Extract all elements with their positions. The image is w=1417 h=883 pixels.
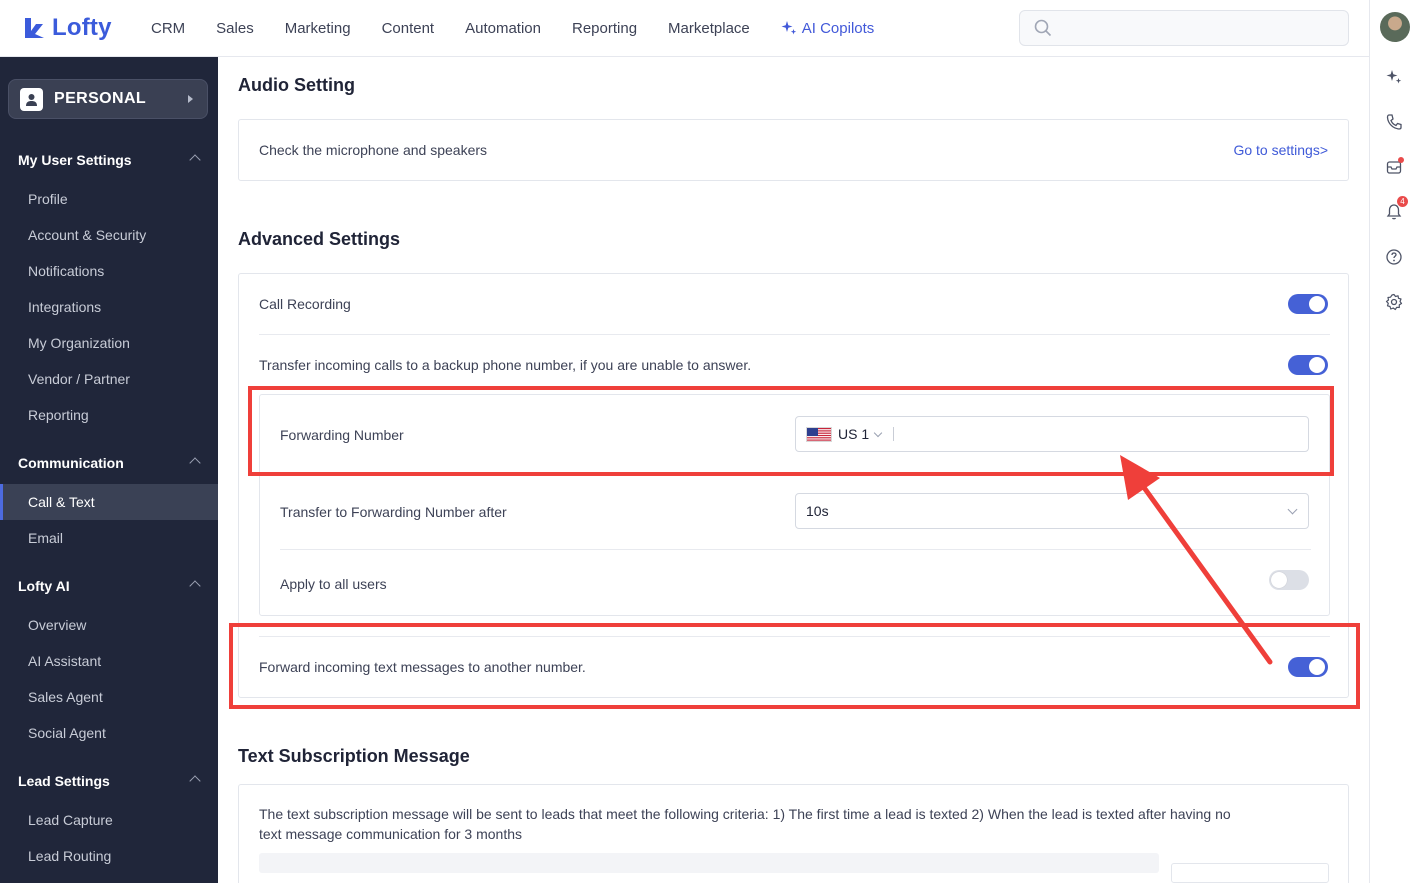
text-subscription-title: Text Subscription Message [238,746,470,766]
nav-sales[interactable]: Sales [216,20,254,37]
user-avatar[interactable] [1380,12,1410,42]
personal-switcher-button[interactable]: PERSONAL [8,79,208,119]
forward-texts-toggle[interactable] [1288,657,1328,677]
chevron-right-icon [188,95,193,103]
inbox-icon[interactable] [1384,157,1404,177]
advanced-settings-card: Call Recording Transfer incoming calls t… [238,273,1349,698]
subscription-message-field[interactable] [259,853,1159,873]
nav-marketing[interactable]: Marketing [285,20,351,37]
search-icon [1034,19,1052,37]
country-code[interactable]: US 1 [838,426,869,442]
audio-description: Check the microphone and speakers [259,142,488,158]
personal-label: PERSONAL [54,90,147,107]
chevron-up-icon [189,775,201,787]
divider [259,334,1330,335]
apply-all-toggle[interactable] [1269,570,1309,590]
sidebar-item-profile[interactable]: Profile [0,181,218,217]
sidebar-item-call-text[interactable]: Call & Text [0,484,218,520]
help-icon[interactable] [1384,247,1404,267]
sidebar-item-my-organization[interactable]: My Organization [0,325,218,361]
go-to-settings-link[interactable]: Go to settings> [1233,142,1328,158]
subscription-description-line2: text message communication for 3 months [259,826,523,842]
input-separator [893,427,895,441]
gear-icon[interactable] [1384,292,1404,312]
chevron-down-icon [873,428,883,437]
sidebar-item-vendor-partner[interactable]: Vendor / Partner [0,361,218,397]
forwarding-number-input[interactable]: US 1 [795,416,1309,452]
nav-content[interactable]: Content [382,20,435,37]
user-icon [20,87,43,111]
sidebar-item-sales-agent[interactable]: Sales Agent [0,679,218,715]
bell-icon[interactable]: 4 [1384,196,1408,222]
notification-badge: 4 [1397,196,1408,207]
nav-reporting[interactable]: Reporting [572,20,637,37]
nav-ai-copilots[interactable]: AI Copilots [781,19,875,37]
sidebar-item-email[interactable]: Email [0,520,218,556]
divider [280,472,1311,473]
forward-texts-label: Forward incoming text messages to anothe… [259,659,586,675]
nav-marketplace[interactable]: Marketplace [668,20,750,37]
chevron-up-icon [189,580,201,592]
transfer-after-label: Transfer to Forwarding Number after [280,504,507,520]
section-title: Communication [18,455,124,471]
forwarding-number-label: Forwarding Number [280,427,404,443]
sparkle-icon[interactable] [1384,67,1404,87]
lofty-logo[interactable]: Lofty [22,14,134,42]
sidebar-item-overview[interactable]: Overview [0,607,218,643]
subscription-action-button[interactable] [1171,863,1329,883]
section-title: Lofty AI [18,578,70,594]
phone-icon[interactable] [1384,112,1404,132]
nav-ai-label: AI Copilots [801,19,875,37]
main-nav: CRM Sales Marketing Content Automation R… [151,20,905,37]
chevron-up-icon [189,457,201,469]
call-text-settings-panel: Audio Setting Check the microphone and s… [218,57,1369,883]
lofty-logo-icon [25,18,44,38]
inbox-unread-dot [1398,157,1404,163]
section-communication[interactable]: Communication [0,445,218,481]
sidebar-item-social-agent[interactable]: Social Agent [0,715,218,751]
section-my-user-settings[interactable]: My User Settings [0,142,218,178]
sparkle-icon [781,21,796,35]
sidebar-item-lead-capture[interactable]: Lead Capture [0,802,218,838]
settings-sidebar: PERSONAL My User Settings Profile Accoun… [0,57,218,883]
sidebar-item-ai-assistant[interactable]: AI Assistant [0,643,218,679]
transfer-backup-label: Transfer incoming calls to a backup phon… [259,357,752,373]
divider [280,549,1311,550]
brand-name: Lofty [52,14,112,41]
sidebar-item-lead-routing[interactable]: Lead Routing [0,838,218,874]
transfer-after-value: 10s [806,503,829,519]
us-flag-icon [806,426,832,442]
right-utility-rail: 4 [1369,0,1417,883]
subscription-description-line1: The text subscription message will be se… [259,806,1231,822]
text-subscription-card: The text subscription message will be se… [238,784,1349,883]
chevron-up-icon [189,154,201,166]
audio-setting-title: Audio Setting [238,75,355,95]
chevron-down-icon [1287,504,1298,515]
apply-all-label: Apply to all users [280,576,387,592]
sidebar-item-account-security[interactable]: Account & Security [0,217,218,253]
section-lofty-ai[interactable]: Lofty AI [0,568,218,604]
advanced-settings-title: Advanced Settings [238,229,401,249]
section-title: Lead Settings [18,773,110,789]
audio-setting-card: Check the microphone and speakers Go to … [238,119,1349,181]
call-recording-label: Call Recording [259,296,351,312]
section-title: My User Settings [18,152,132,168]
sidebar-item-notifications[interactable]: Notifications [0,253,218,289]
section-lead-settings[interactable]: Lead Settings [0,763,218,799]
top-navigation: Lofty CRM Sales Marketing Content Automa… [0,0,1369,57]
forwarding-subsettings: Forwarding Number US 1 Transfer to Forwa… [259,394,1330,616]
sidebar-item-reporting[interactable]: Reporting [0,397,218,433]
transfer-after-select[interactable]: 10s [795,493,1309,529]
sidebar-item-integrations[interactable]: Integrations [0,289,218,325]
global-search-input[interactable] [1019,10,1349,46]
divider [259,636,1330,637]
nav-automation[interactable]: Automation [465,20,541,37]
transfer-backup-toggle[interactable] [1288,355,1328,375]
nav-crm[interactable]: CRM [151,20,185,37]
call-recording-toggle[interactable] [1288,294,1328,314]
